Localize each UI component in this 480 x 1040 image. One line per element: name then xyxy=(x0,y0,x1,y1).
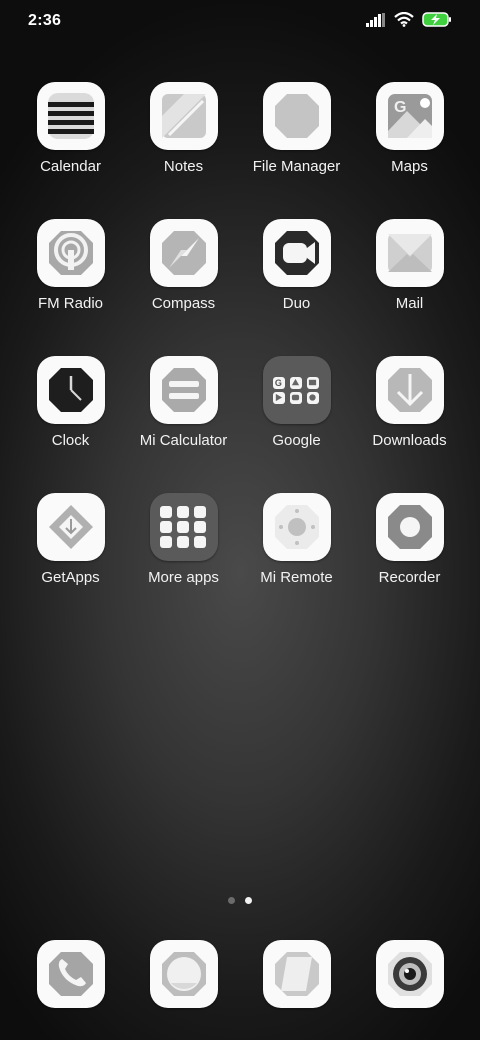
folder-icon xyxy=(274,94,319,138)
camera-icon xyxy=(375,940,444,1008)
status-bar: 2:36 xyxy=(0,0,480,44)
app-label: Duo xyxy=(282,295,311,312)
mi-store-icon xyxy=(176,506,189,518)
calculator-app-icon xyxy=(149,356,218,424)
folder-google[interactable]: G Google xyxy=(240,356,353,476)
app-getapps[interactable]: GetApps xyxy=(14,493,127,613)
battery-charging-icon xyxy=(422,12,451,27)
page-dot-current[interactable] xyxy=(245,897,252,904)
vault-icon xyxy=(159,506,172,518)
app-file-manager[interactable]: File Manager xyxy=(240,82,353,202)
dock xyxy=(14,940,466,1010)
calculator-icon xyxy=(161,368,206,412)
map-icon: G xyxy=(387,94,432,138)
page-dot[interactable] xyxy=(228,897,235,904)
app-label: File Manager xyxy=(252,158,341,175)
messaging-icon xyxy=(149,940,218,1008)
app-downloads[interactable]: Downloads xyxy=(353,356,466,476)
cleaner-icon xyxy=(176,521,189,533)
status-time: 2:36 xyxy=(28,12,62,29)
dock-messaging[interactable] xyxy=(127,940,240,1010)
downloads-app-icon xyxy=(375,356,444,424)
svg-text:G: G xyxy=(394,99,406,116)
app-notes[interactable]: Notes xyxy=(127,82,240,202)
app-compass[interactable]: Compass xyxy=(127,219,240,339)
dock-phone[interactable] xyxy=(14,940,127,1010)
scanner-icon xyxy=(193,506,206,518)
recorder-app-icon xyxy=(375,493,444,561)
app-label: Recorder xyxy=(378,569,441,586)
google-icon: G xyxy=(272,376,285,389)
record-icon xyxy=(387,505,432,549)
radio-icon xyxy=(48,231,93,275)
calendar-icon xyxy=(47,93,94,139)
app-maps[interactable]: G Maps xyxy=(353,82,466,202)
app-label: Clock xyxy=(51,432,90,449)
apps-grid-icon xyxy=(159,536,172,548)
folder-more-apps[interactable]: More apps xyxy=(127,493,240,613)
getapps-icon xyxy=(48,505,93,549)
youtube-icon xyxy=(289,391,302,404)
clock-icon xyxy=(48,368,93,412)
signal-icon xyxy=(366,12,385,27)
app-label: Google xyxy=(272,432,321,449)
app-label: Calendar xyxy=(40,158,101,175)
app-label: Mi Calculator xyxy=(139,432,228,449)
browser-icon xyxy=(262,940,331,1008)
dock-browser[interactable] xyxy=(240,940,353,1010)
games-icon xyxy=(159,521,172,533)
calendar-app-icon xyxy=(36,82,105,150)
more-apps-folder-icon xyxy=(149,493,218,561)
mi-community-icon xyxy=(193,521,206,533)
app-label: More apps xyxy=(148,569,219,586)
app-label: Maps xyxy=(391,158,428,175)
file-manager-app-icon xyxy=(262,82,331,150)
download-arrow-icon xyxy=(387,368,432,412)
status-icons xyxy=(366,12,452,27)
drive-icon xyxy=(289,376,302,389)
notes-icon xyxy=(161,94,206,138)
app-recorder[interactable]: Recorder xyxy=(353,493,466,613)
duo-app-icon xyxy=(262,219,331,287)
compass-app-icon xyxy=(149,219,218,287)
browser-mini-icon xyxy=(193,536,206,548)
notes-app-icon xyxy=(149,82,218,150)
app-calendar[interactable]: Calendar xyxy=(14,82,127,202)
app-clock[interactable]: Clock xyxy=(14,356,127,476)
app-label: FM Radio xyxy=(37,295,104,312)
page-indicator xyxy=(0,897,480,904)
app-mi-remote[interactable]: Mi Remote xyxy=(240,493,353,613)
svg-text:G: G xyxy=(275,378,282,387)
folder-preview: G xyxy=(272,376,321,404)
mi-remote-app-icon xyxy=(262,493,331,561)
getapps-app-icon xyxy=(36,493,105,561)
gmail-icon xyxy=(306,376,319,389)
dock-camera[interactable] xyxy=(353,940,466,1010)
video-camera-icon xyxy=(274,231,319,275)
app-label: Notes xyxy=(163,158,204,175)
clock-app-icon xyxy=(36,356,105,424)
app-duo[interactable]: Duo xyxy=(240,219,353,339)
app-mail[interactable]: Mail xyxy=(353,219,466,339)
app-label: Compass xyxy=(151,295,216,312)
folder-preview xyxy=(159,506,208,548)
photos-icon xyxy=(306,391,319,404)
app-label: Mail xyxy=(395,295,424,312)
maps-app-icon: G xyxy=(375,82,444,150)
remote-icon xyxy=(274,505,319,549)
mail-app-icon xyxy=(375,219,444,287)
envelope-icon xyxy=(387,234,432,272)
app-mi-calculator[interactable]: Mi Calculator xyxy=(127,356,240,476)
app-label: GetApps xyxy=(41,569,100,586)
compass-icon xyxy=(161,231,206,275)
app-label: Mi Remote xyxy=(260,569,333,586)
phone-icon xyxy=(36,940,105,1008)
app-fm-radio[interactable]: FM Radio xyxy=(14,219,127,339)
fm-radio-app-icon xyxy=(36,219,105,287)
wifi-icon xyxy=(394,12,414,27)
themes-icon xyxy=(176,536,189,548)
google-folder-icon: G xyxy=(262,356,331,424)
app-label: Downloads xyxy=(372,432,447,449)
play-icon xyxy=(272,391,285,404)
